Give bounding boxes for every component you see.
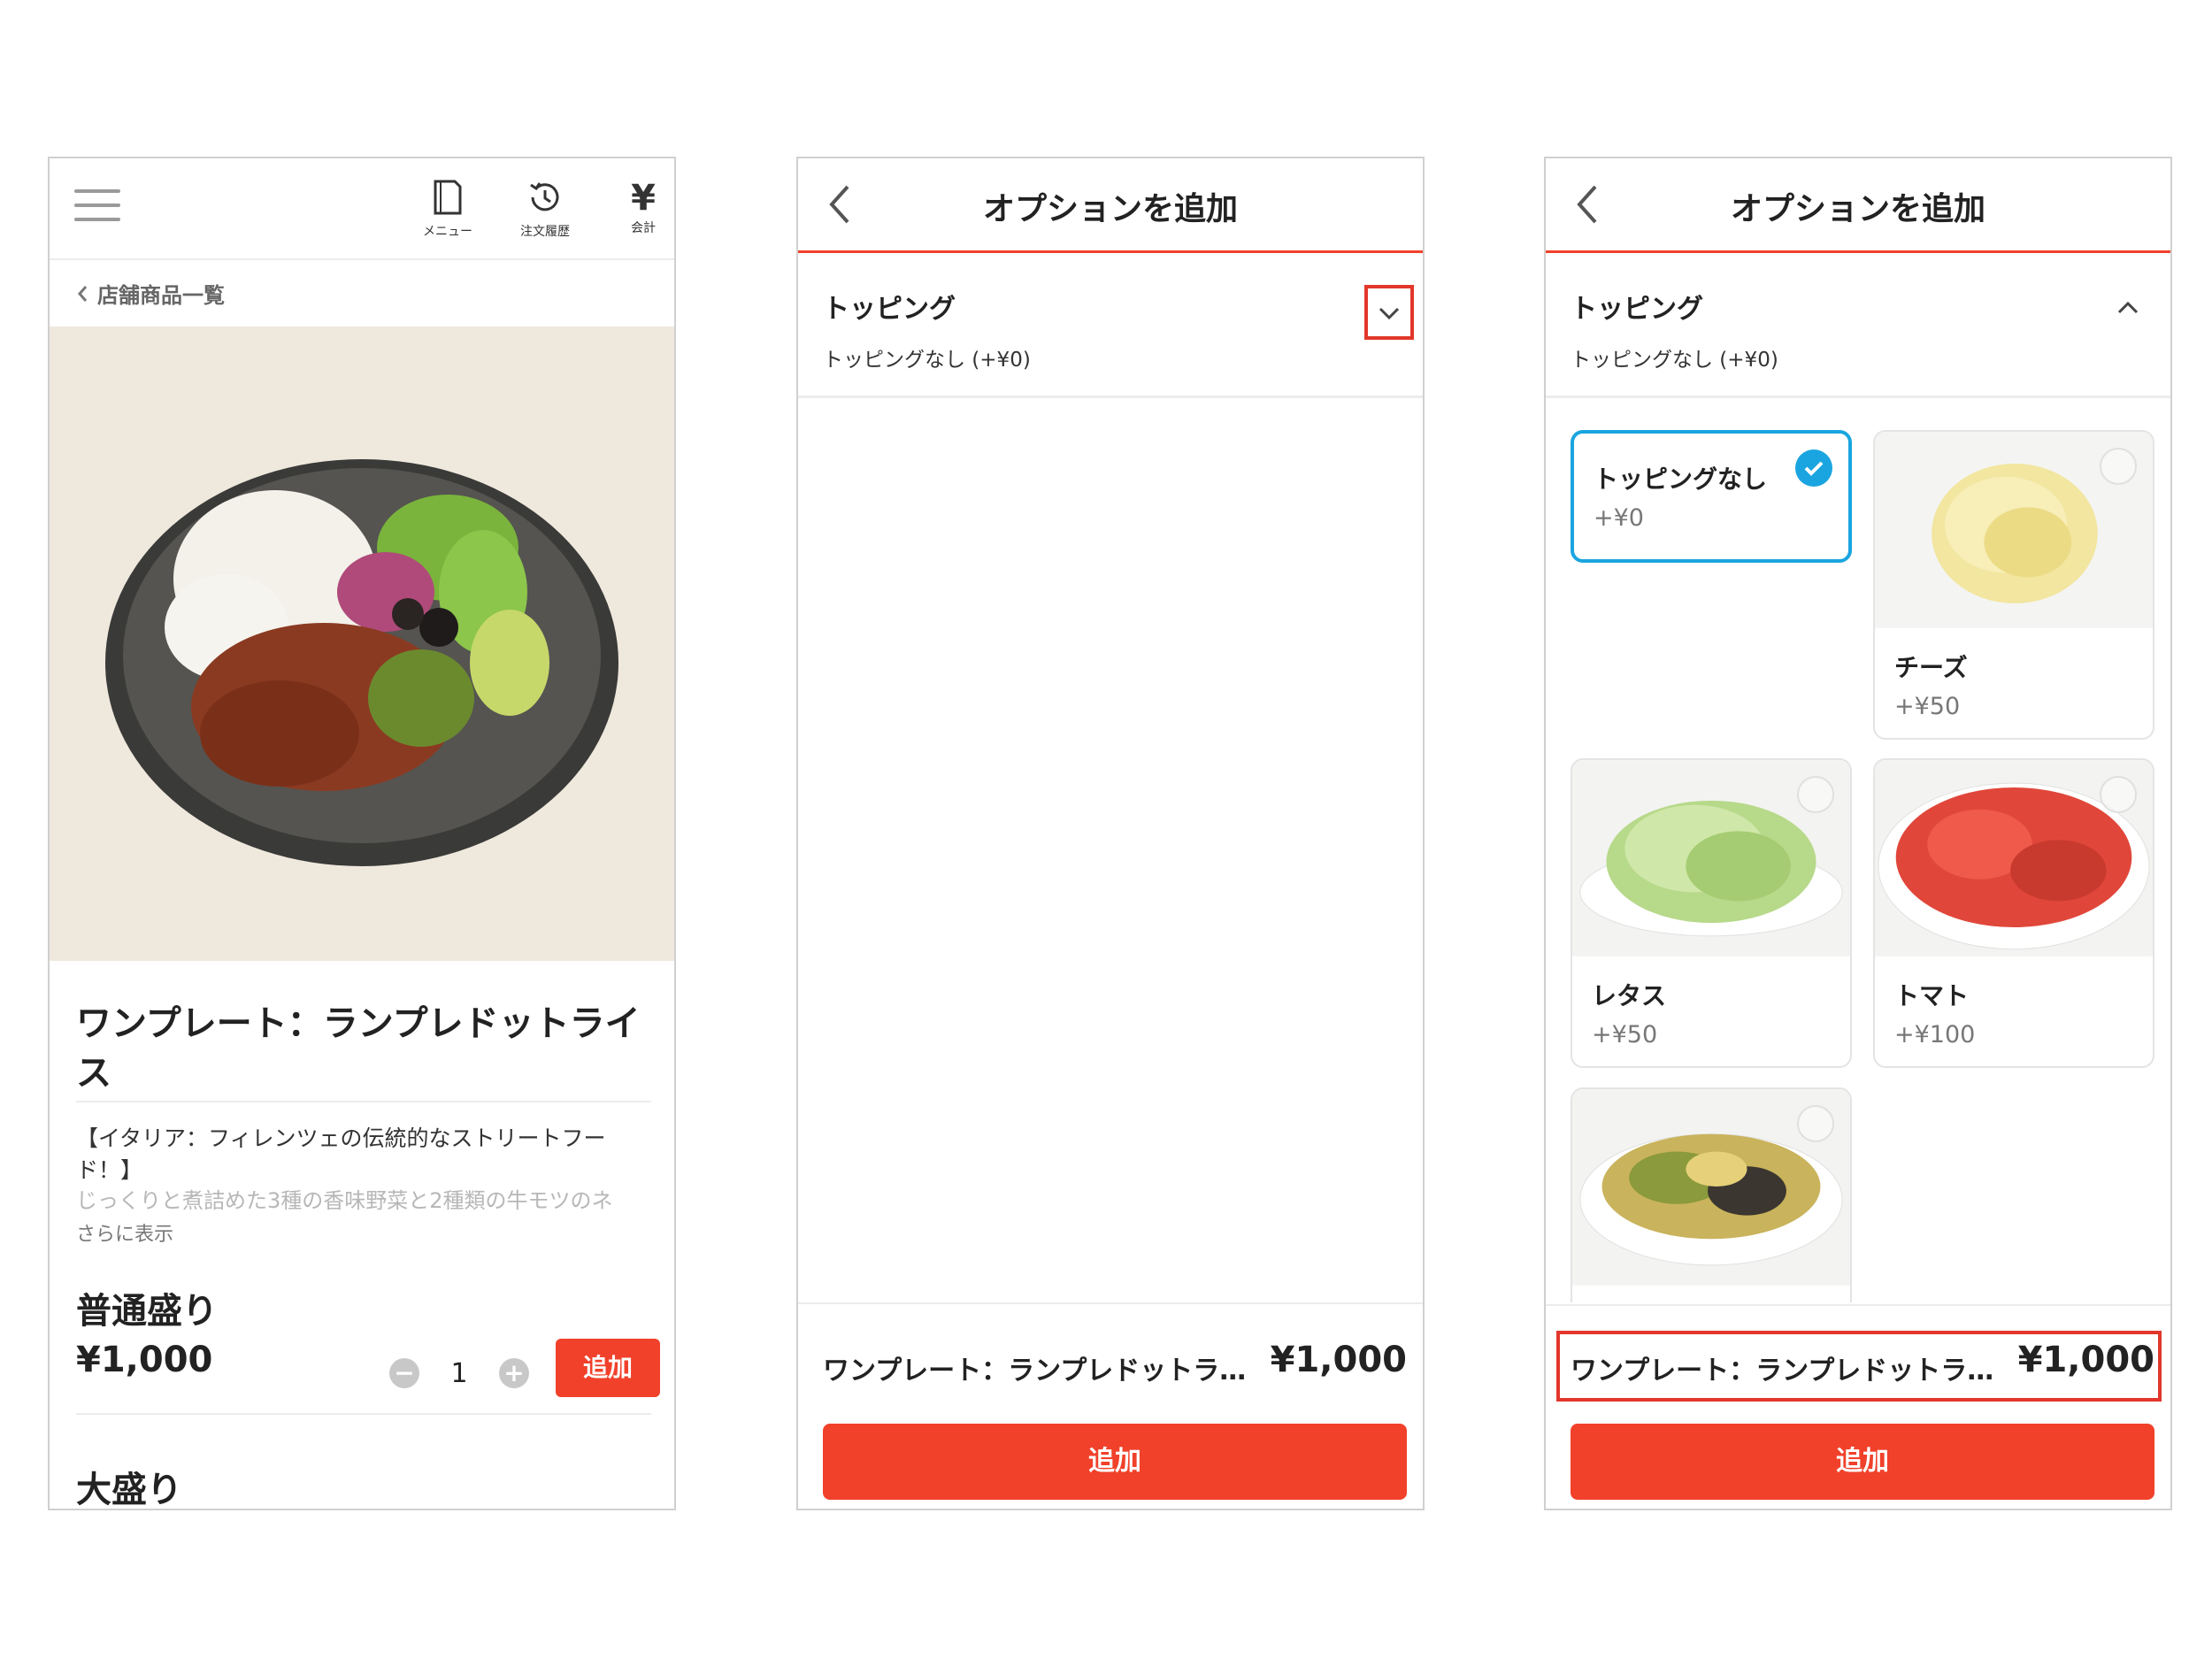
section-selected-value: トッピングなし (+¥0) xyxy=(1571,349,1778,372)
top-header: メニュー 注文履歴 ¥ 会計 xyxy=(50,158,674,260)
option-name: チーズ xyxy=(1894,653,1968,682)
divider xyxy=(798,396,1423,398)
option-card-tomato[interactable]: トマト +¥100 xyxy=(1873,758,2154,1068)
option-header: オプションを追加 xyxy=(1546,158,2170,253)
size-normal-label: 普通盛り xyxy=(76,1291,218,1332)
history-icon xyxy=(530,182,559,211)
option-screen-collapsed: オプションを追加 トッピング トッピングなし (+¥0) ワンプレート：ランプレ… xyxy=(796,157,1425,1510)
option-price: +¥0 xyxy=(1594,504,1644,532)
product-description: 【イタリア：フィレンツェの伝統的なストリートフード！】 xyxy=(76,1125,606,1183)
option-price: +¥100 xyxy=(1894,1021,1976,1048)
option-card-lettuce[interactable]: レタス +¥50 xyxy=(1571,758,1852,1068)
divider xyxy=(76,1101,651,1102)
menu-label: メニュー xyxy=(423,225,472,239)
checkout-label: 会計 xyxy=(631,221,656,235)
product-screen: メニュー 注文履歴 ¥ 会計 店舗商品一覧 ワンプレート：ランプレドットライス … xyxy=(48,157,676,1510)
product-description-faded: じっくりと煮詰めた3種の香味野菜と2種類の牛モツのネ xyxy=(76,1188,613,1213)
option-header: オプションを追加 xyxy=(798,158,1423,253)
order-history-button[interactable]: 注文履歴 xyxy=(505,178,585,240)
page-title: オプションを追加 xyxy=(1730,191,1985,227)
add-button[interactable]: 追加 xyxy=(1571,1424,2154,1500)
history-label: 注文履歴 xyxy=(520,225,570,239)
option-name: トッピングなし xyxy=(1594,465,1768,494)
show-more-link[interactable]: さらに表示 xyxy=(76,1218,173,1247)
chevron-up-icon[interactable] xyxy=(2112,291,2144,323)
section-title: トッピング xyxy=(1571,294,1703,325)
footer-price: ¥1,000 xyxy=(1270,1340,1407,1380)
option-price: +¥50 xyxy=(1894,693,1961,720)
radio-icon xyxy=(2100,776,2137,813)
chevron-down-icon xyxy=(1379,307,1400,320)
divider xyxy=(1546,396,2170,398)
radio-icon xyxy=(1797,1105,1834,1142)
yen-icon: ¥ xyxy=(631,178,656,219)
product-photo xyxy=(50,326,674,961)
highlight-box xyxy=(1556,1331,2162,1402)
option-card-none[interactable]: トッピングなし +¥0 xyxy=(1571,430,1852,563)
checkout-button[interactable]: ¥ 会計 xyxy=(603,178,674,236)
breadcrumb-label: 店舗商品一覧 xyxy=(97,283,225,308)
option-name: トマト xyxy=(1894,981,1970,1010)
breadcrumb[interactable]: 店舗商品一覧 xyxy=(76,278,225,309)
chevron-left-icon xyxy=(78,285,88,302)
divider xyxy=(76,1413,651,1415)
plus-button[interactable]: + xyxy=(499,1358,529,1388)
size-large-label: 大盛り xyxy=(76,1470,182,1510)
size-normal-price: ¥1,000 xyxy=(76,1340,213,1380)
footer-product-name: ワンプレート：ランプレドットラ… xyxy=(823,1356,1247,1386)
option-card-beans[interactable] xyxy=(1571,1087,1852,1317)
option-screen-expanded: オプションを追加 トッピング トッピングなし (+¥0) トッピングなし +¥0… xyxy=(1544,157,2172,1510)
section-title: トッピング xyxy=(823,294,956,325)
quantity-stepper: − 1 + xyxy=(389,1356,529,1391)
option-card-cheese[interactable]: チーズ +¥50 xyxy=(1873,430,2154,740)
option-price: +¥50 xyxy=(1592,1021,1658,1048)
add-button[interactable]: 追加 xyxy=(823,1424,1407,1500)
divider xyxy=(798,1302,1423,1304)
menu-button[interactable]: メニュー xyxy=(408,178,488,240)
add-button[interactable]: 追加 xyxy=(556,1339,660,1397)
minus-button[interactable]: − xyxy=(389,1358,419,1388)
radio-icon xyxy=(1797,776,1834,813)
hamburger-menu-icon[interactable] xyxy=(74,189,120,225)
product-title: ワンプレート：ランプレドットライス xyxy=(76,1003,641,1094)
section-selected-value: トッピングなし (+¥0) xyxy=(823,349,1031,372)
page-title: オプションを追加 xyxy=(982,191,1238,227)
menu-book-icon xyxy=(434,180,462,215)
quantity-value: 1 xyxy=(450,1357,468,1389)
radio-icon xyxy=(2100,448,2137,485)
expand-toggle[interactable] xyxy=(1364,285,1414,340)
checkmark-icon xyxy=(1795,449,1832,487)
option-name: レタス xyxy=(1592,981,1667,1010)
